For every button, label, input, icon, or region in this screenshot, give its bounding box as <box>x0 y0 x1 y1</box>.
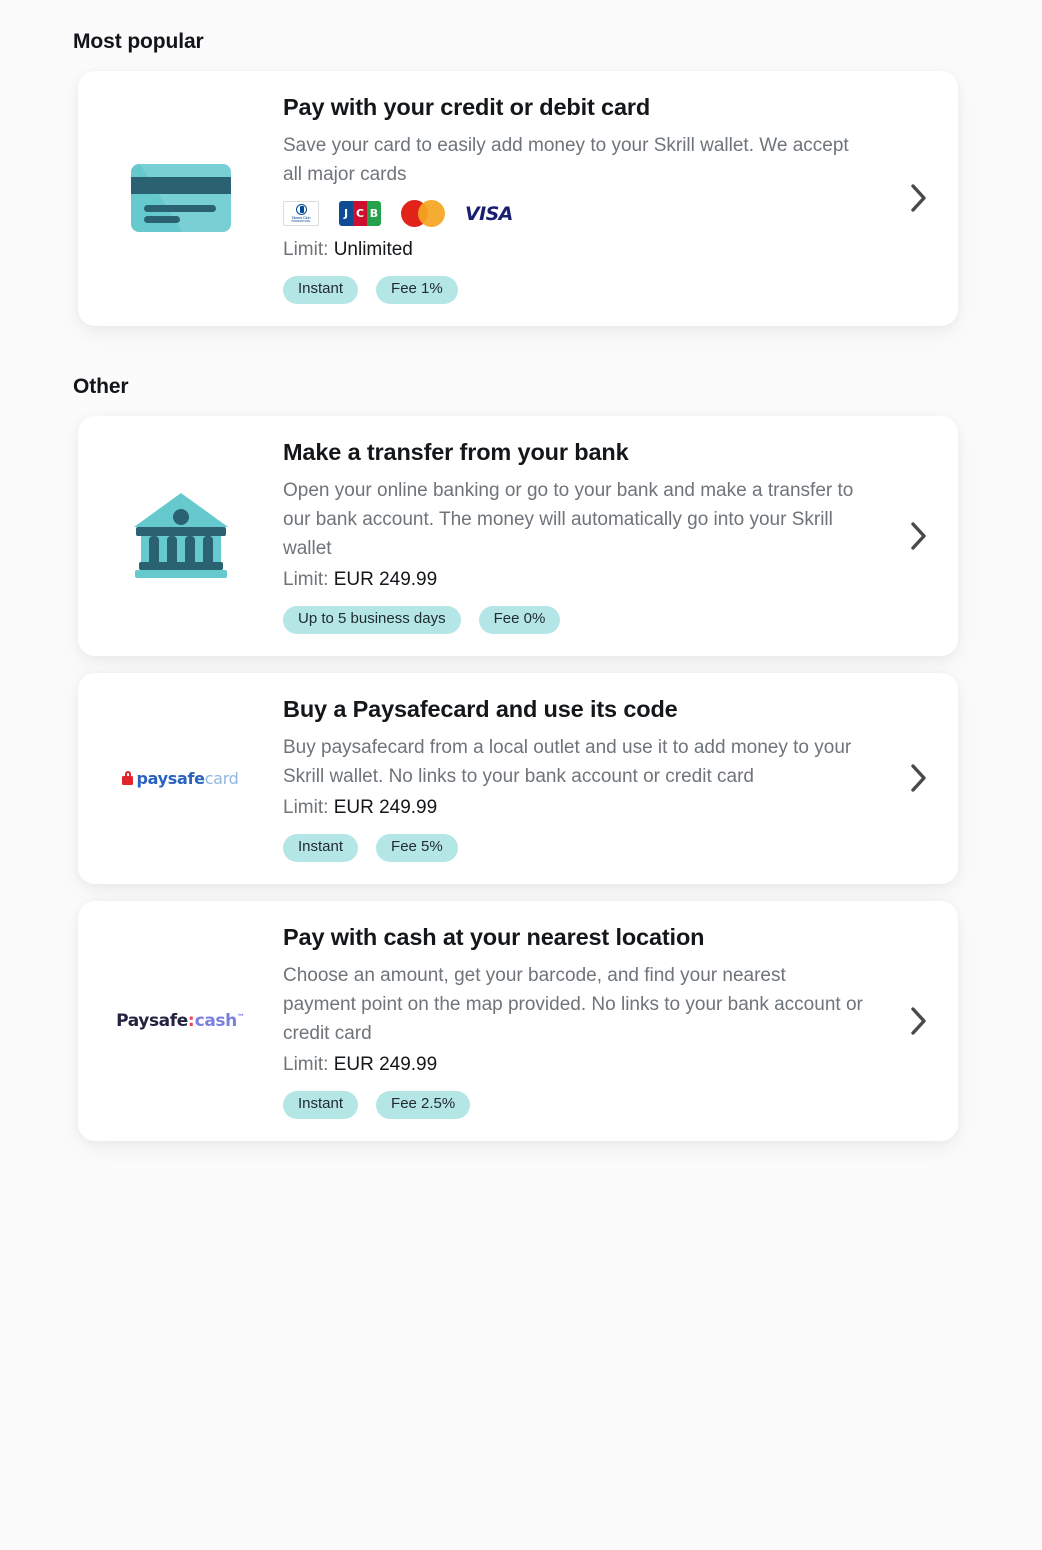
card-chevron-container[interactable] <box>880 1006 958 1036</box>
mastercard-icon <box>401 200 445 228</box>
card-body: Make a transfer from your bank Open your… <box>283 438 880 634</box>
paysafecash-wordmark-blue: cash <box>194 1010 238 1031</box>
card-icon-container <box>78 164 283 233</box>
card-chevron-container[interactable] <box>880 183 958 213</box>
payment-method-limit: Limit: EUR 249.99 <box>283 566 870 594</box>
status-badge-speed: Instant <box>283 276 359 304</box>
payment-method-title: Buy a Paysafecard and use its code <box>283 695 678 722</box>
payment-method-limit: Limit: EUR 249.99 <box>283 1051 870 1079</box>
status-badge-speed: Instant <box>283 1091 359 1119</box>
limit-value: EUR 249.99 <box>333 568 438 590</box>
visa-wordmark: VISA <box>465 202 513 225</box>
limit-label: Limit: <box>283 796 329 818</box>
limit-value: EUR 249.99 <box>333 796 438 818</box>
limit-value: Unlimited <box>333 238 413 260</box>
paysafecard-wordmark-bold: paysafe <box>136 768 205 788</box>
payment-method-description: Buy paysafecard from a local outlet and … <box>283 737 852 787</box>
card-body: Pay with cash at your nearest location C… <box>283 923 880 1119</box>
accepted-networks-row: Diners Club INTERNATIONAL J C B VISA <box>283 200 870 228</box>
card-chevron-container[interactable] <box>880 521 958 551</box>
status-badge-speed: Instant <box>283 834 359 862</box>
payment-method-description: Choose an amount, get your barcode, and … <box>283 965 863 1044</box>
trademark-symbol: ™ <box>236 1012 245 1022</box>
paysafecard-logo: paysafe card <box>122 768 239 788</box>
limit-label: Limit: <box>283 238 329 260</box>
jcb-letter-j: J <box>339 201 353 227</box>
payment-method-badges: Instant Fee 2.5% <box>283 1091 870 1119</box>
card-body: Buy a Paysafecard and use its code Buy p… <box>283 695 880 862</box>
card-chevron-container[interactable] <box>880 763 958 793</box>
card-icon-container <box>78 492 283 579</box>
paysafecash-colon: : <box>187 1010 195 1031</box>
chevron-right-icon <box>911 764 926 793</box>
payment-method-title: Make a transfer from your bank <box>283 438 629 465</box>
payment-method-description: Save your card to easily add money to yo… <box>283 135 849 186</box>
status-badge-fee: Fee 0% <box>478 606 561 634</box>
payment-method-badges: Instant Fee 5% <box>283 834 870 862</box>
section-heading-most-popular: Most popular <box>73 30 204 53</box>
card-body: Pay with your credit or debit card Save … <box>283 93 880 304</box>
payment-method-limit: Limit: EUR 249.99 <box>283 794 870 822</box>
paysafecard-wordmark-light: card <box>204 768 239 788</box>
limit-label: Limit: <box>283 568 329 590</box>
payment-method-card-credit-debit-card[interactable]: Pay with your credit or debit card Save … <box>78 71 958 326</box>
payment-method-badges: Up to 5 business days Fee 0% <box>283 606 870 634</box>
status-badge-fee: Fee 5% <box>376 834 458 862</box>
payment-method-limit: Limit: Unlimited <box>283 236 870 264</box>
diners-club-icon: Diners Club INTERNATIONAL <box>283 201 319 227</box>
jcb-letter-b: B <box>367 201 381 227</box>
diners-club-label-line2: INTERNATIONAL <box>291 219 311 223</box>
payment-method-card-paysafecard[interactable]: paysafe card Buy a Paysafecard and use i… <box>78 672 958 884</box>
limit-label: Limit: <box>283 1053 329 1075</box>
credit-card-icon <box>130 164 231 233</box>
bank-icon <box>133 492 228 579</box>
chevron-right-icon <box>911 184 926 213</box>
paysafecash-logo: Paysafe:cash™ <box>116 1011 245 1031</box>
card-icon-container: Paysafe:cash™ <box>78 1011 283 1031</box>
payment-method-card-paysafecash[interactable]: Paysafe:cash™ Pay with cash at your near… <box>78 900 958 1141</box>
payment-method-description: Open your online banking or go to your b… <box>283 480 854 559</box>
status-badge-fee: Fee 1% <box>376 276 458 304</box>
limit-value: EUR 249.99 <box>333 1053 438 1075</box>
visa-icon: VISA <box>465 203 513 225</box>
jcb-letter-c: C <box>353 201 367 227</box>
payment-method-badges: Instant Fee 1% <box>283 276 870 304</box>
payment-method-title: Pay with your credit or debit card <box>283 94 651 120</box>
status-badge-fee: Fee 2.5% <box>376 1091 471 1119</box>
section-heading-other: Other <box>73 374 129 398</box>
chevron-right-icon <box>911 522 926 550</box>
paysafecash-wordmark-dark: Paysafe <box>116 1010 188 1031</box>
payment-method-card-bank-transfer[interactable]: Make a transfer from your bank Open your… <box>78 415 958 656</box>
lock-icon <box>122 771 134 786</box>
chevron-right-icon <box>911 1007 926 1035</box>
card-icon-container: paysafe card <box>78 769 283 788</box>
jcb-icon: J C B <box>339 201 381 227</box>
status-badge-speed: Up to 5 business days <box>283 606 461 634</box>
add-money-methods-page: Most popular Pay with your credit or deb… <box>0 0 1042 1550</box>
payment-method-title: Pay with cash at your nearest location <box>283 923 705 950</box>
